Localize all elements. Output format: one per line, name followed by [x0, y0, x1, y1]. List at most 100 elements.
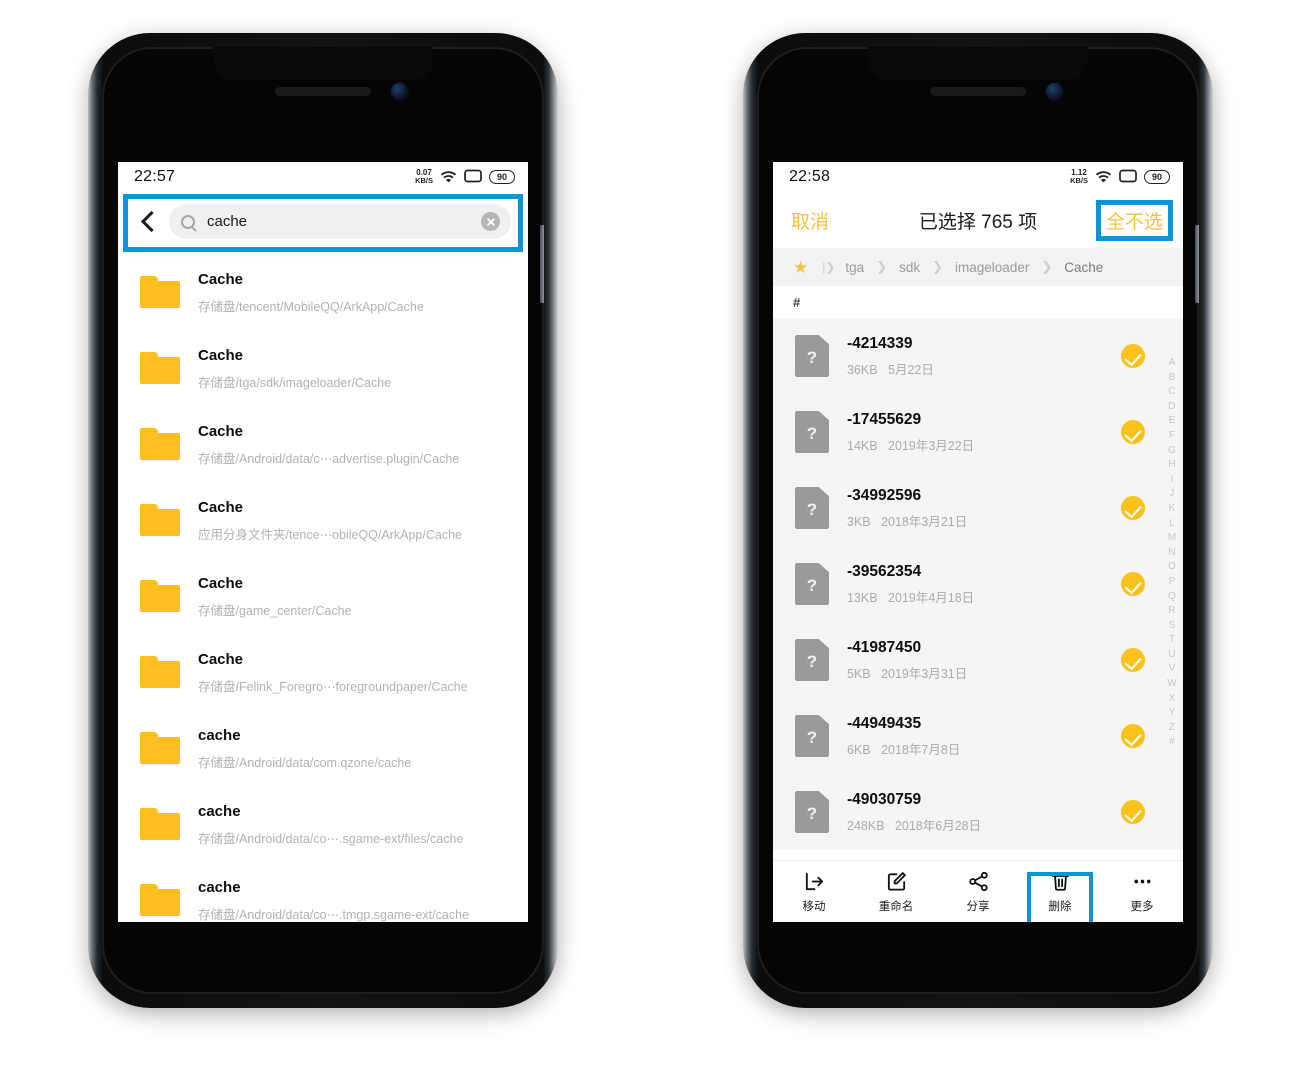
- status-icons: 0.07 KB/S 90: [415, 169, 515, 186]
- breadcrumb-item-cache[interactable]: Cache: [1064, 260, 1103, 275]
- list-item[interactable]: cache 存储盘/Android/data/com.qzone/cache: [118, 710, 528, 786]
- list-item[interactable]: Cache 存储盘/tga/sdk/imageloader/Cache: [118, 330, 528, 406]
- delete-label: 删除: [1048, 901, 1072, 913]
- folder-path: 存储盘/Android/data/c⋯advertise.plugin/Cach…: [198, 451, 460, 466]
- list-item[interactable]: cache 存储盘/Android/data/co⋯.sgame-ext/fil…: [118, 786, 528, 862]
- file-size: 3KB: [847, 515, 871, 529]
- folder-name: cache: [198, 878, 241, 896]
- alpha-index-letter[interactable]: J: [1169, 487, 1174, 502]
- power-button[interactable]: [1195, 225, 1199, 303]
- alpha-index-letter[interactable]: Y: [1169, 706, 1176, 721]
- deselect-all-button[interactable]: 全不选: [1106, 212, 1163, 233]
- table-row[interactable]: ? -49030759 248KB 2018年6月28日: [773, 774, 1183, 850]
- alpha-index-letter[interactable]: P: [1169, 575, 1176, 590]
- alpha-index-letter[interactable]: Z: [1169, 721, 1175, 736]
- status-clock: 22:58: [789, 168, 831, 185]
- alpha-index-letter[interactable]: H: [1168, 458, 1175, 473]
- phone-right-bezel: 22:58 1.12 KB/S 90 取消 已选择 765 项 全不选 ★ |❯…: [757, 47, 1199, 994]
- breadcrumb-item-sdk[interactable]: sdk: [899, 260, 920, 275]
- checkbox-checked-icon[interactable]: [1121, 800, 1145, 824]
- alpha-index-letter[interactable]: X: [1169, 692, 1176, 707]
- file-date: 5月22日: [888, 363, 934, 377]
- checkbox-checked-icon[interactable]: [1121, 724, 1145, 748]
- alpha-index-letter[interactable]: G: [1168, 444, 1176, 459]
- star-icon[interactable]: ★: [793, 259, 808, 276]
- checkbox-checked-icon[interactable]: [1121, 420, 1145, 444]
- table-row[interactable]: ? -34992596 3KB 2018年3月21日: [773, 470, 1183, 546]
- folder-name: Cache: [198, 346, 244, 364]
- file-date: 2019年3月22日: [888, 439, 975, 453]
- front-camera-icon: [391, 83, 408, 100]
- folder-name: cache: [198, 802, 241, 820]
- list-item[interactable]: Cache 应用分身文件夹/tence⋯obileQQ/ArkApp/Cache: [118, 482, 528, 558]
- alphabet-index-scrubber[interactable]: A B C D E F G H I J K L M N O P Q R S T …: [1164, 356, 1180, 750]
- file-name: -4214339: [847, 335, 913, 352]
- alpha-index-letter[interactable]: V: [1169, 662, 1176, 677]
- checkbox-checked-icon[interactable]: [1121, 496, 1145, 520]
- share-button[interactable]: 分享: [937, 869, 1019, 914]
- alpha-index-letter[interactable]: A: [1169, 356, 1176, 371]
- delete-button[interactable]: 删除: [1019, 869, 1101, 914]
- table-row[interactable]: ? -4214339 36KB 5月22日: [773, 318, 1183, 394]
- table-row[interactable]: ? -17455629 14KB 2019年3月22日: [773, 394, 1183, 470]
- cancel-button[interactable]: 取消: [791, 207, 829, 234]
- alpha-index-letter[interactable]: C: [1168, 385, 1175, 400]
- rename-button[interactable]: 重命名: [855, 869, 937, 914]
- clear-icon[interactable]: [481, 212, 500, 231]
- checkbox-checked-icon[interactable]: [1121, 648, 1145, 672]
- alpha-index-letter[interactable]: W: [1167, 677, 1177, 692]
- folder-path: 存储盘/Felink_Foregro⋯foregroundpaper/Cache: [198, 679, 468, 694]
- alpha-index-letter[interactable]: T: [1169, 633, 1175, 648]
- deselect-all-highlight-box: 全不选: [1095, 199, 1173, 241]
- file-date: 2019年3月31日: [881, 667, 968, 681]
- alpha-index-letter[interactable]: O: [1168, 560, 1176, 575]
- alpha-index-letter[interactable]: I: [1171, 473, 1174, 488]
- breadcrumb-item-tga[interactable]: tga: [845, 260, 864, 275]
- folder-icon: [140, 428, 180, 460]
- alpha-index-letter[interactable]: S: [1169, 619, 1176, 634]
- list-item[interactable]: Cache 存储盘/tencent/MobileQQ/ArkApp/Cache: [118, 254, 528, 330]
- phone-right: 22:58 1.12 KB/S 90 取消 已选择 765 项 全不选 ★ |❯…: [743, 33, 1213, 1008]
- alpha-index-letter[interactable]: N: [1168, 546, 1175, 561]
- folder-name: Cache: [198, 422, 244, 440]
- earpiece-speaker-icon: [930, 87, 1026, 96]
- alpha-index-letter[interactable]: R: [1168, 604, 1175, 619]
- network-speed-unit: KB/S: [415, 176, 433, 185]
- back-chevron-icon[interactable]: [135, 209, 161, 235]
- unknown-file-icon: ?: [795, 411, 829, 453]
- move-button[interactable]: 移动: [773, 869, 855, 914]
- folder-icon: [140, 276, 180, 308]
- alpha-index-letter[interactable]: L: [1169, 517, 1175, 532]
- table-row[interactable]: ? -41987450 5KB 2019年3月31日: [773, 622, 1183, 698]
- folder-icon: [140, 808, 180, 840]
- file-name: -34992596: [847, 487, 922, 504]
- wifi-icon: [440, 169, 457, 185]
- alpha-index-letter[interactable]: Q: [1168, 590, 1176, 605]
- list-item[interactable]: Cache 存储盘/Android/data/c⋯advertise.plugi…: [118, 406, 528, 482]
- alpha-index-letter[interactable]: M: [1168, 531, 1177, 546]
- table-row[interactable]: ? -44949435 6KB 2018年7月8日: [773, 698, 1183, 774]
- folder-path: 存储盘/tencent/MobileQQ/ArkApp/Cache: [198, 299, 424, 314]
- list-item[interactable]: Cache 存储盘/game_center/Cache: [118, 558, 528, 634]
- breadcrumb-item-imageloader[interactable]: imageloader: [955, 260, 1029, 275]
- table-row[interactable]: ? -39562354 13KB 2019年4月18日: [773, 546, 1183, 622]
- checkbox-checked-icon[interactable]: [1121, 344, 1145, 368]
- file-size: 14KB: [847, 439, 878, 453]
- alpha-index-letter[interactable]: U: [1168, 648, 1175, 663]
- alpha-index-letter[interactable]: D: [1168, 400, 1175, 415]
- file-meta: 36KB 5月22日: [847, 359, 1121, 378]
- more-button[interactable]: 更多: [1101, 869, 1183, 914]
- chevron-right-icon: ❯: [932, 259, 944, 274]
- file-meta: 3KB 2018年3月21日: [847, 511, 1121, 530]
- alpha-index-letter[interactable]: E: [1169, 414, 1176, 429]
- folder-path: 存储盘/game_center/Cache: [198, 603, 352, 618]
- list-item[interactable]: cache 存储盘/Android/data/co⋯.tmgp.sgame-ex…: [118, 862, 528, 922]
- alpha-index-letter[interactable]: B: [1169, 371, 1176, 386]
- alpha-index-letter[interactable]: K: [1169, 502, 1176, 517]
- search-input[interactable]: cache: [169, 204, 511, 239]
- alpha-index-letter[interactable]: F: [1169, 429, 1175, 444]
- checkbox-checked-icon[interactable]: [1121, 572, 1145, 596]
- power-button[interactable]: [540, 225, 544, 303]
- alpha-index-letter[interactable]: #: [1169, 735, 1175, 750]
- list-item[interactable]: Cache 存储盘/Felink_Foregro⋯foregroundpaper…: [118, 634, 528, 710]
